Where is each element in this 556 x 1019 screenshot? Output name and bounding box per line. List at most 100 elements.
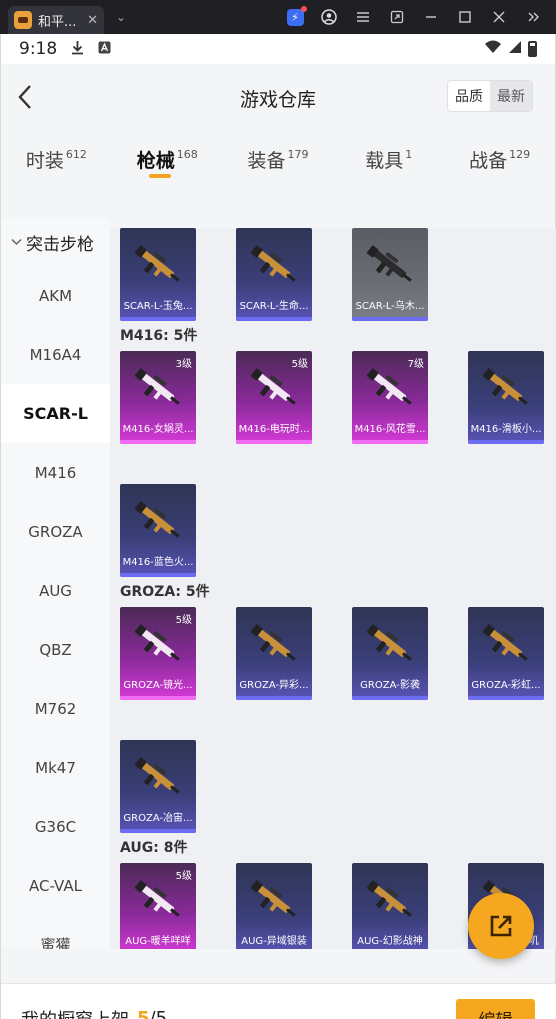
skin-card[interactable]: AUG-异域银装 xyxy=(236,863,312,949)
rarity-bar xyxy=(468,440,544,444)
sidebar-item-akm[interactable]: AKM xyxy=(1,266,110,325)
back-arrow-icon[interactable] xyxy=(15,82,39,112)
close-tab-icon[interactable]: ✕ xyxy=(87,13,98,28)
tab-vehicles[interactable]: 载具 1 xyxy=(333,146,444,173)
external-link-icon xyxy=(490,915,512,937)
skin-name: AUG-暖羊咩咩 xyxy=(125,936,191,947)
battery-icon xyxy=(528,41,537,57)
skin-name: GROZA-冶宙... xyxy=(123,813,193,824)
rarity-bar xyxy=(352,440,428,444)
maximize-icon[interactable] xyxy=(448,0,482,34)
sidebar-item-mk47[interactable]: Mk47 xyxy=(1,738,110,797)
showcase-total: /5 xyxy=(149,1008,168,1019)
sidebar-item-aug[interactable]: AUG xyxy=(1,561,110,620)
rarity-bar xyxy=(120,440,196,444)
sort-quality-button[interactable]: 品质 xyxy=(448,81,490,111)
signal-icon xyxy=(508,40,522,58)
weapon-icon xyxy=(134,245,180,282)
skin-card[interactable]: 5级 GROZA-镜光... xyxy=(120,607,196,700)
sort-latest-button[interactable]: 最新 xyxy=(490,81,532,111)
rarity-bar xyxy=(120,317,196,321)
skin-card[interactable]: GROZA-冶宙... xyxy=(120,740,196,833)
close-window-icon[interactable] xyxy=(482,0,516,34)
skin-level: 5级 xyxy=(175,615,192,626)
skin-level: 5级 xyxy=(175,871,192,882)
screenshot-icon[interactable] xyxy=(380,0,414,34)
sidebar-item-m416[interactable]: M416 xyxy=(1,443,110,502)
category-tabs: 时装 612 枪械 168 装备 179 载具 1 战备 129 xyxy=(1,132,555,184)
rarity-bar xyxy=(120,573,196,577)
font-a-icon xyxy=(98,41,111,58)
edit-button[interactable]: 编辑 xyxy=(456,999,535,1019)
weapon-skin-list: SCAR-L-玉兔... SCAR-L-生命... SCAR-L-乌木... M416… xyxy=(110,228,556,949)
sidebar-item-m16a4[interactable]: M16A4 xyxy=(1,325,110,384)
skin-card[interactable]: M416-滑板小... xyxy=(468,351,544,444)
page-header: 游戏仓库 品质 最新 xyxy=(1,64,555,132)
tab-count: 168 xyxy=(176,148,198,161)
showcase-label: 我的橱窗上架 xyxy=(21,1006,129,1019)
account-icon[interactable] xyxy=(312,0,346,34)
weapon-icon xyxy=(250,368,296,405)
skin-card[interactable]: SCAR-L-乌木... xyxy=(352,228,428,321)
skin-name: SCAR-L-玉兔... xyxy=(123,301,193,312)
skin-name: SCAR-L-生命... xyxy=(239,301,309,312)
skin-grid: SCAR-L-玉兔... SCAR-L-生命... SCAR-L-乌木... xyxy=(110,228,556,321)
skin-card[interactable]: GROZA-影袭 xyxy=(352,607,428,700)
menu-icon[interactable] xyxy=(346,0,380,34)
sidebar-item-g36c[interactable]: G36C xyxy=(1,797,110,856)
skin-name: M416-蓝色火... xyxy=(122,557,194,568)
sidebar-item-qbz[interactable]: QBZ xyxy=(1,620,110,679)
tab-count: 612 xyxy=(65,148,87,161)
phone-screen: 9:18 游戏仓库 品质 最新 时装 612 枪械 168 装备 179 载具 … xyxy=(0,34,556,1019)
rarity-bar xyxy=(120,696,196,700)
skin-name: AUG-异域银装 xyxy=(241,936,307,947)
rarity-bar xyxy=(352,317,428,321)
skin-level: 7级 xyxy=(407,359,424,370)
minimize-icon[interactable] xyxy=(414,0,448,34)
rarity-bar xyxy=(236,317,312,321)
sidebar-item-ac-val[interactable]: AC-VAL xyxy=(1,856,110,915)
app-tab[interactable]: 和平... ✕ xyxy=(8,6,104,34)
share-floating-button[interactable] xyxy=(468,893,534,959)
rarity-bar xyxy=(236,696,312,700)
status-time: 9:18 xyxy=(19,39,58,59)
sidebar-item-scar-l[interactable]: SCAR-L xyxy=(1,384,110,443)
sidebar-item-groza[interactable]: GROZA xyxy=(1,502,110,561)
boost-icon[interactable]: ⚡ xyxy=(278,0,312,34)
weapon-group-title: M416: 5件 xyxy=(120,328,198,344)
skin-card[interactable]: 3级 M416-女娲灵... xyxy=(120,351,196,444)
weapon-icon xyxy=(134,757,180,794)
tab-equipment[interactable]: 装备 179 xyxy=(223,146,334,173)
sidebar-item-m762[interactable]: M762 xyxy=(1,679,110,738)
weapon-group: SCAR-L-玉兔... SCAR-L-生命... SCAR-L-乌木... xyxy=(110,228,556,321)
skin-grid: 5级 GROZA-镜光... GROZA-异彩... GROZA-影袭 GROZA-彩虹… xyxy=(110,607,556,833)
skin-card[interactable]: 5级 AUG-暖羊咩咩 xyxy=(120,863,196,949)
tab-fashion[interactable]: 时装 612 xyxy=(1,146,112,173)
expand-sidebar-icon[interactable] xyxy=(516,0,550,34)
skin-card[interactable]: AUG-幻影战神 xyxy=(352,863,428,949)
tab-menu-chevron-icon[interactable]: ⌄ xyxy=(116,10,126,24)
tab-firearms[interactable]: 枪械 168 xyxy=(112,146,223,178)
app-tab-title: 和平... xyxy=(38,14,77,30)
skin-level: 3级 xyxy=(175,359,192,370)
weapon-icon xyxy=(366,368,412,405)
skin-name: AUG-幻影战神 xyxy=(357,936,423,947)
skin-grid: 3级 M416-女娲灵... 5级 M416-电玩时... 7级 M416-风花雪... M… xyxy=(110,351,556,577)
sidebar-group-label: 突击步枪 xyxy=(26,234,94,255)
skin-card[interactable]: SCAR-L-生命... xyxy=(236,228,312,321)
skin-card[interactable]: M416-蓝色火... xyxy=(120,484,196,577)
tab-label: 战备 xyxy=(469,150,508,172)
weapon-icon xyxy=(134,880,180,917)
app-icon xyxy=(14,11,32,29)
weapon-icon xyxy=(250,880,296,917)
skin-card[interactable]: SCAR-L-玉兔... xyxy=(120,228,196,321)
skin-card[interactable]: GROZA-彩虹... xyxy=(468,607,544,700)
weapon-sidebar: 突击步枪 AKM M16A4 SCAR-L M416 GROZA AUG QBZ… xyxy=(1,218,110,949)
weapon-group: M416: 5件 3级 M416-女娲灵... 5级 M416-电玩时... 7级 M416… xyxy=(110,321,556,577)
skin-card[interactable]: GROZA-异彩... xyxy=(236,607,312,700)
sidebar-item-honey-badger[interactable]: 蜜獾 xyxy=(1,915,110,949)
skin-card[interactable]: 5级 M416-电玩时... xyxy=(236,351,312,444)
tab-battle-gear[interactable]: 战备 129 xyxy=(444,146,555,173)
skin-card[interactable]: 7级 M416-风花雪... xyxy=(352,351,428,444)
sidebar-group-assault-rifles[interactable]: 突击步枪 xyxy=(1,218,110,266)
